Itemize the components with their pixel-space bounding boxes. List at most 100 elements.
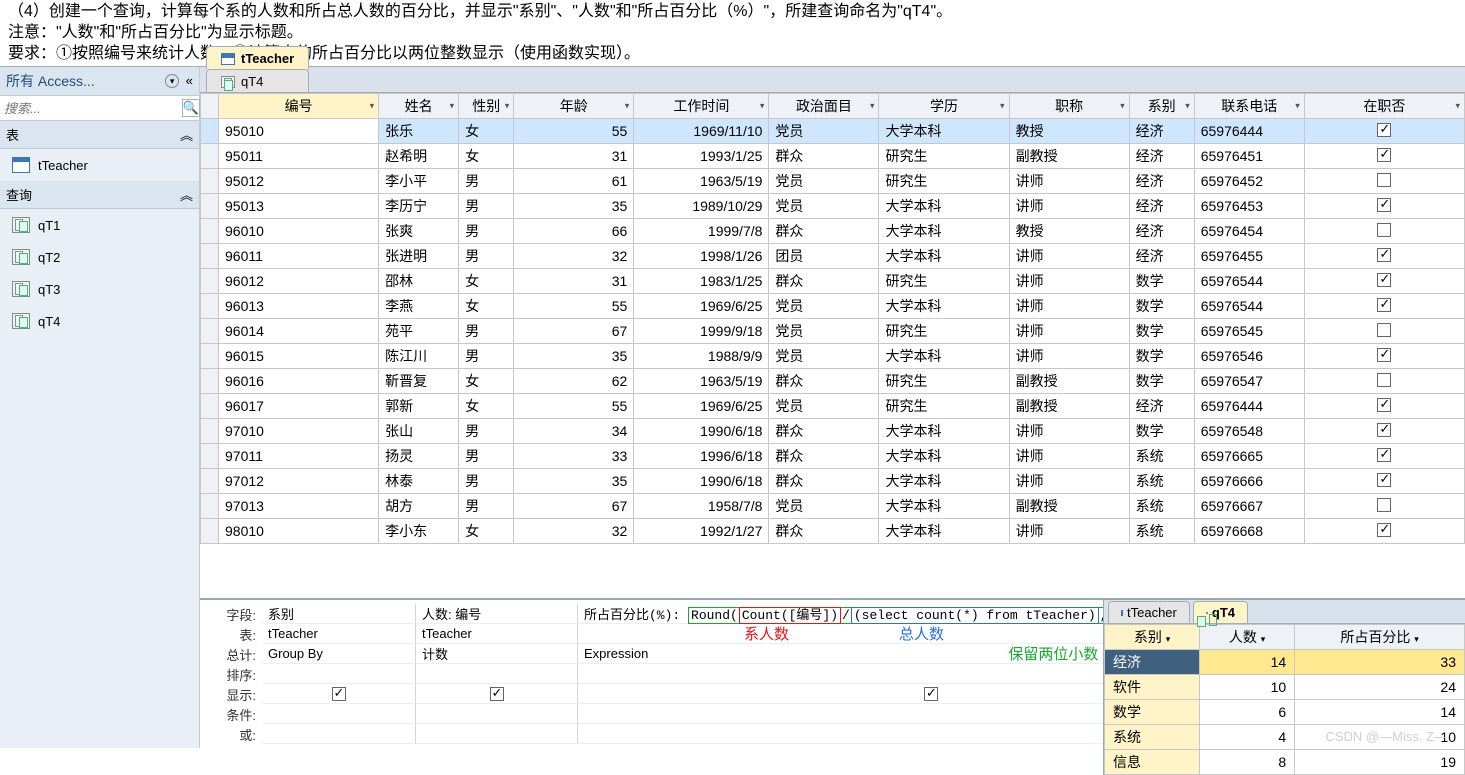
query-icon xyxy=(12,217,30,233)
result-tab-tTeacher[interactable]: tTeacher xyxy=(1108,601,1190,623)
group-tables-header[interactable]: 表︽ xyxy=(0,121,199,149)
table-row[interactable]: 96017郭新女 551969/6/25党员 研究生副教授经济65976444 xyxy=(201,394,1465,419)
filter-dropdown-icon: ▾ xyxy=(1455,101,1460,112)
onjob-checkbox[interactable] xyxy=(1377,323,1391,337)
onjob-checkbox[interactable] xyxy=(1377,423,1391,437)
result-col-人数[interactable]: 人数 ▾ xyxy=(1200,625,1295,650)
nav-query-qT1[interactable]: qT1 xyxy=(0,209,199,241)
label-criteria: 条件: xyxy=(200,705,262,724)
col-职称[interactable]: 职称▾ xyxy=(1009,94,1129,119)
tab-qT4[interactable]: qT4 xyxy=(206,69,309,92)
col-学历[interactable]: 学历▾ xyxy=(879,94,1009,119)
col-联系电话[interactable]: 联系电话▾ xyxy=(1194,94,1304,119)
result-row[interactable]: 信息819 xyxy=(1105,750,1465,775)
filter-dropdown-icon: ▾ xyxy=(760,101,765,112)
filter-dropdown-icon: ▾ xyxy=(505,101,510,112)
onjob-checkbox[interactable] xyxy=(1377,348,1391,362)
design-field-1[interactable]: 系别 xyxy=(262,604,416,624)
show-checkbox-3 xyxy=(924,687,938,701)
onjob-checkbox[interactable] xyxy=(1377,173,1391,187)
filter-dropdown-icon: ▾ xyxy=(450,101,455,112)
onjob-checkbox[interactable] xyxy=(1377,248,1391,262)
onjob-checkbox[interactable] xyxy=(1377,148,1391,162)
nav-collapse-icon[interactable]: « xyxy=(185,74,193,89)
nav-header[interactable]: 所有 Access... ▾ « xyxy=(0,67,199,96)
label-field: 字段: xyxy=(200,605,262,624)
table-row[interactable]: 96013李燕女 551969/6/25党员 大学本科讲师数学65976544 xyxy=(201,294,1465,319)
show-checkbox-2 xyxy=(490,687,504,701)
col-在职否[interactable]: 在职否▾ xyxy=(1304,94,1464,119)
label-table: 表: xyxy=(200,625,262,644)
result-col-系别[interactable]: 系别 ▾ xyxy=(1105,625,1200,650)
table-row[interactable]: 96016靳晋复女 621963/5/19群众 研究生副教授数学65976547 xyxy=(201,369,1465,394)
onjob-checkbox[interactable] xyxy=(1377,273,1391,287)
label-sort: 排序: xyxy=(200,665,262,684)
nav-table-tteacher[interactable]: tTeacher xyxy=(0,149,199,181)
show-checkbox-1 xyxy=(332,687,346,701)
design-field-2[interactable]: 人数: 编号 xyxy=(416,604,578,624)
result-col-所占百分比[interactable]: 所占百分比 ▾ xyxy=(1295,625,1465,650)
onjob-checkbox[interactable] xyxy=(1377,123,1391,137)
search-icon[interactable]: 🔍 xyxy=(182,99,200,117)
table-row[interactable]: 98010李小东女 321992/1/27群众 大学本科讲师系统65976668 xyxy=(201,519,1465,544)
table-row[interactable]: 95013李历宁男 351989/10/29党员 大学本科讲师经济6597645… xyxy=(201,194,1465,219)
col-性别[interactable]: 性别▾ xyxy=(459,94,514,119)
onjob-checkbox[interactable] xyxy=(1377,298,1391,312)
query-design-grid: 字段: 系别 人数: 编号 所占百分比(%): Round(Count([编号]… xyxy=(200,598,1465,748)
table-row[interactable]: 96012邵林女 311983/1/25群众 研究生讲师数学65976544 xyxy=(201,269,1465,294)
search-input[interactable] xyxy=(4,99,182,117)
filter-dropdown-icon: ▾ xyxy=(870,101,875,112)
annotation-red: 系人数 xyxy=(744,623,789,644)
onjob-checkbox[interactable] xyxy=(1377,223,1391,237)
table-row[interactable]: 97010张山男 341990/6/18群众 大学本科讲师数学65976548 xyxy=(201,419,1465,444)
datasheet[interactable]: 编号▾姓名▾性别▾年龄▾工作时间▾政治面目▾学历▾职称▾系别▾联系电话▾在职否▾… xyxy=(200,93,1465,598)
nav-dropdown-icon[interactable]: ▾ xyxy=(165,74,179,88)
collapse-icon[interactable]: ︽ xyxy=(180,125,193,144)
filter-dropdown-icon: ▾ xyxy=(1295,101,1300,112)
tab-tTeacher[interactable]: tTeacher xyxy=(206,46,309,69)
filter-dropdown-icon: ▾ xyxy=(370,101,375,112)
nav-query-qT4[interactable]: qT4 xyxy=(0,305,199,337)
table-row[interactable]: 96015陈江川男 351988/9/9党员 大学本科讲师数学65976546 xyxy=(201,344,1465,369)
result-tab-qT4[interactable]: qT4 xyxy=(1193,601,1248,623)
result-row[interactable]: 经济1433 xyxy=(1105,650,1465,675)
annotation-green: 保留两位小数 xyxy=(1008,643,1098,664)
onjob-checkbox[interactable] xyxy=(1377,373,1391,387)
onjob-checkbox[interactable] xyxy=(1377,523,1391,537)
onjob-checkbox[interactable] xyxy=(1377,198,1391,212)
table-row[interactable]: 95010张乐女 551969/11/10党员 大学本科教授经济65976444 xyxy=(201,119,1465,144)
table-row[interactable]: 97011扬灵男 331996/6/18群众 大学本科讲师系统65976665 xyxy=(201,444,1465,469)
col-编号[interactable]: 编号▾ xyxy=(219,94,379,119)
query-icon xyxy=(12,281,30,297)
onjob-checkbox[interactable] xyxy=(1377,448,1391,462)
col-系别[interactable]: 系别▾ xyxy=(1129,94,1194,119)
table-row[interactable]: 95011赵希明女 311993/1/25群众 研究生副教授经济65976451 xyxy=(201,144,1465,169)
query-icon xyxy=(221,76,235,88)
table-row[interactable]: 97012林泰男 351990/6/18群众 大学本科讲师系统65976666 xyxy=(201,469,1465,494)
result-row[interactable]: 数学614 xyxy=(1105,700,1465,725)
col-姓名[interactable]: 姓名▾ xyxy=(379,94,459,119)
group-queries-header[interactable]: 查询︽ xyxy=(0,181,199,209)
filter-dropdown-icon: ▾ xyxy=(1185,101,1190,112)
onjob-checkbox[interactable] xyxy=(1377,473,1391,487)
table-row[interactable]: 95012李小平男 611963/5/19党员 研究生讲师经济65976452 xyxy=(201,169,1465,194)
col-年龄[interactable]: 年龄▾ xyxy=(514,94,634,119)
table-row[interactable]: 97013胡方男 671958/7/8党员 大学本科副教授系统65976667 xyxy=(201,494,1465,519)
col-工作时间[interactable]: 工作时间▾ xyxy=(634,94,769,119)
table-icon xyxy=(1121,610,1123,616)
table-row[interactable]: 96014苑平男 671999/9/18党员 研究生讲师数学65976545 xyxy=(201,319,1465,344)
nav-query-qT2[interactable]: qT2 xyxy=(0,241,199,273)
onjob-checkbox[interactable] xyxy=(1377,398,1391,412)
nav-query-qT3[interactable]: qT3 xyxy=(0,273,199,305)
collapse-icon[interactable]: ︽ xyxy=(180,185,193,204)
table-row[interactable]: 96010张爽男 661999/7/8群众 大学本科教授经济65976454 xyxy=(201,219,1465,244)
col-政治面目[interactable]: 政治面目▾ xyxy=(769,94,879,119)
nav-title: 所有 Access... xyxy=(6,71,161,91)
onjob-checkbox[interactable] xyxy=(1377,498,1391,512)
nav-search[interactable]: 🔍 xyxy=(0,96,199,121)
filter-dropdown-icon: ▾ xyxy=(1000,101,1005,112)
result-row[interactable]: 软件1024 xyxy=(1105,675,1465,700)
table-icon xyxy=(12,157,30,173)
table-row[interactable]: 96011张进明男 321998/1/26团员 大学本科讲师经济65976455 xyxy=(201,244,1465,269)
navigation-pane: 所有 Access... ▾ « 🔍 表︽ tTeacher 查询︽ qT1 q… xyxy=(0,67,200,748)
